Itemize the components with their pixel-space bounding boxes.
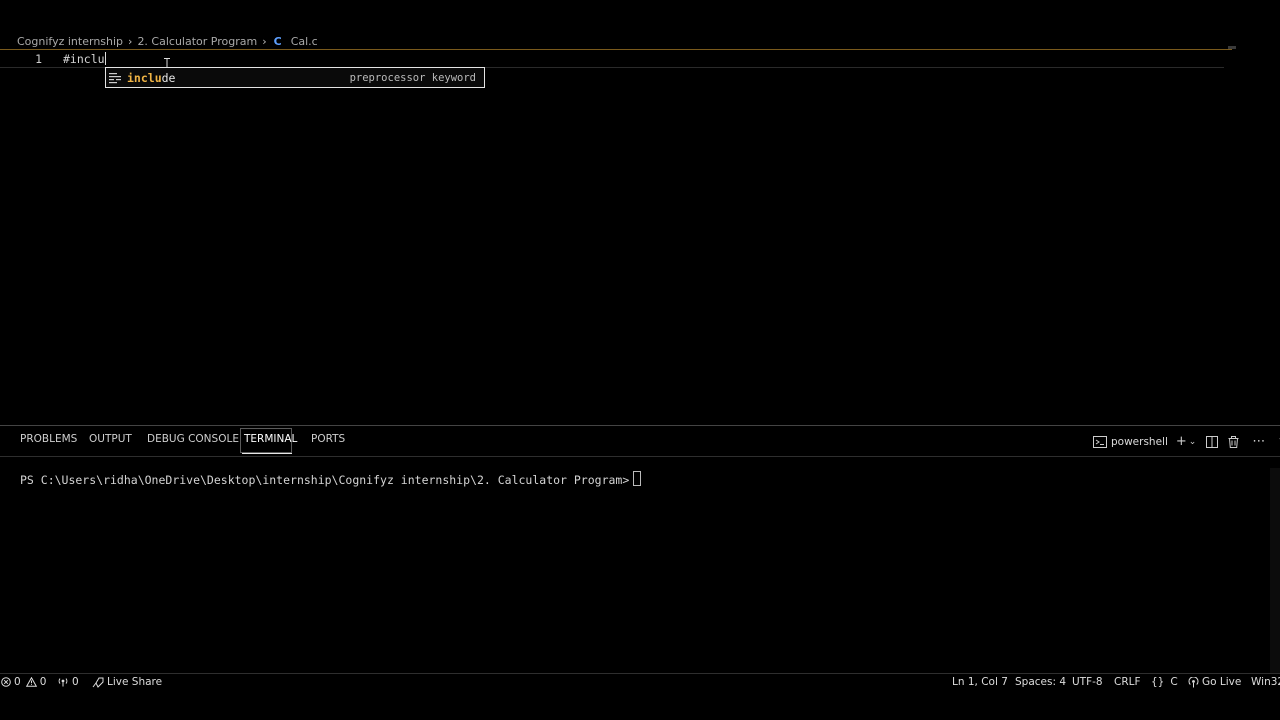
code-editor[interactable]: 1 #inclu — [0, 50, 1280, 426]
tab-terminal[interactable]: TERMINAL — [244, 433, 297, 445]
ellipsis-icon[interactable]: ⋯ — [1252, 434, 1265, 450]
current-line-highlight — [0, 50, 1224, 68]
text-cursor — [104, 52, 106, 65]
terminal-icon — [1093, 436, 1107, 448]
breadcrumb-item-folder[interactable]: Cognifyz internship — [17, 35, 123, 48]
indentation[interactable]: Spaces: 4 — [1015, 676, 1066, 688]
ports-status[interactable]: 0 — [57, 676, 79, 688]
snippet-icon — [109, 72, 121, 83]
error-icon — [1, 677, 11, 687]
panel-tab-bar: PROBLEMS OUTPUT DEBUG CONSOLE TERMINAL P… — [0, 426, 1280, 456]
line-number: 1 — [35, 52, 42, 66]
suggestion-rest: de — [161, 70, 176, 85]
terminal-prompt: PS C:\Users\ridha\OneDrive\Desktop\inter… — [20, 473, 630, 487]
trash-icon[interactable] — [1228, 436, 1239, 448]
terminal-scrollbar[interactable] — [1270, 468, 1280, 673]
terminal-output[interactable]: PS C:\Users\ridha\OneDrive\Desktop\inter… — [20, 471, 642, 487]
error-count: 0 — [14, 676, 21, 688]
status-bar: 0 0 0 Live Share Ln 1, Col 7 Spaces: 4 U… — [0, 674, 1280, 690]
chevron-right-icon: › — [262, 34, 267, 48]
go-live-label: Go Live — [1202, 676, 1242, 688]
suggestion-detail: preprocessor keyword — [349, 71, 476, 84]
live-share-button[interactable]: Live Share — [92, 676, 162, 688]
tab-output[interactable]: OUTPUT — [89, 433, 132, 445]
ports-count: 0 — [72, 676, 79, 688]
autocomplete-widget[interactable]: include preprocessor keyword — [105, 67, 485, 88]
braces-icon: {} — [1151, 676, 1165, 688]
plus-icon[interactable]: + — [1176, 434, 1187, 450]
panel-divider — [0, 456, 1280, 457]
terminal-cursor — [633, 471, 642, 486]
platform[interactable]: Win32 — [1251, 676, 1280, 688]
problems-status[interactable]: 0 0 — [1, 676, 46, 688]
terminal-shell-selector[interactable]: powershell — [1111, 436, 1168, 448]
breadcrumb: Cognifyz internship › 2. Calculator Prog… — [17, 33, 318, 49]
split-icon[interactable] — [1206, 436, 1219, 448]
tab-ports[interactable]: PORTS — [311, 433, 345, 445]
live-share-icon — [92, 677, 104, 688]
line-ending[interactable]: CRLF — [1114, 676, 1141, 688]
chevron-down-icon[interactable]: ⌄ — [1189, 434, 1197, 450]
broadcast-icon — [58, 678, 68, 687]
autocomplete-item[interactable]: include preprocessor keyword — [106, 68, 484, 87]
panel-actions: powershell + ⌄ ⋯ ⌃ — [1093, 434, 1280, 450]
tab-problems[interactable]: PROBLEMS — [20, 433, 77, 445]
chevron-right-icon: › — [128, 34, 133, 48]
scrollbar-thumb[interactable] — [1228, 46, 1236, 49]
active-tab-indicator — [242, 453, 292, 454]
tab-debug-console[interactable]: DEBUG CONSOLE — [147, 433, 239, 445]
c-file-icon: C — [273, 34, 282, 48]
go-live-button[interactable]: Go Live — [1188, 676, 1241, 688]
warning-icon — [25, 677, 37, 687]
warning-count: 0 — [39, 676, 47, 688]
live-share-label: Live Share — [107, 676, 163, 688]
suggestion-match: inclu — [127, 70, 162, 85]
language-label: C — [1170, 676, 1178, 688]
breadcrumb-item-subfolder[interactable]: 2. Calculator Program — [137, 35, 257, 48]
code-line[interactable]: #inclu — [63, 52, 106, 66]
breadcrumb-item-file[interactable]: Cal.c — [291, 35, 318, 48]
cursor-position[interactable]: Ln 1, Col 7 — [952, 676, 1008, 688]
broadcast-icon — [1188, 676, 1199, 687]
encoding[interactable]: UTF-8 — [1072, 676, 1103, 688]
language-mode[interactable]: {} C — [1151, 676, 1178, 688]
suggestion-label: include — [127, 71, 350, 85]
code-text: #inclu — [63, 52, 105, 66]
